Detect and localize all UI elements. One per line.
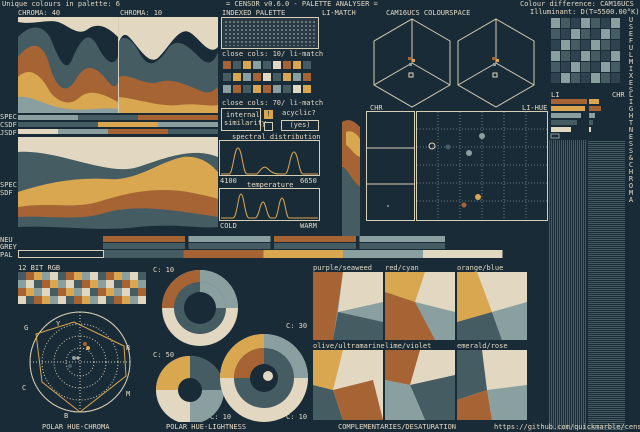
jsdf-label: JSDF (0, 129, 17, 137)
emerald-rose-plot (457, 350, 527, 420)
cyclic-yes-button[interactable]: (yes) (281, 120, 319, 131)
red-cyan-plot (385, 272, 455, 340)
red-cyan-label: red/cyan (385, 264, 419, 272)
close-cols-10: close cols: 10/ li-match (222, 50, 324, 58)
similarity-label: similarity (224, 119, 267, 127)
lightness-chroma-label: LIGHTNESS & CHROMA (628, 91, 634, 204)
csdf-strip (18, 122, 218, 127)
li-match-strip (342, 120, 360, 237)
indexed-palette-label: INDEXED PALETTE (222, 9, 286, 17)
spec2-label: SPEC (0, 181, 17, 189)
li-match-label: LI-MATCH (322, 9, 356, 17)
hc-c: C (22, 384, 27, 392)
pal-strip-empty (18, 250, 104, 258)
grey-strip (103, 243, 445, 249)
grey-label: GREY (0, 243, 17, 251)
purple-seaweed-plot (313, 272, 383, 340)
olive-ultramarine-label: olive/ultramarine (313, 342, 385, 350)
wavelength-min: 4100 (220, 177, 237, 185)
cam16ucs-label: CAM16UCS COLOURSPACE (386, 9, 471, 17)
warning-icon: ! (264, 110, 273, 119)
csdf-label: CSDF (0, 121, 17, 129)
spec-label: SPEC (0, 113, 17, 121)
lightness-pattern-right (588, 140, 625, 430)
cam16ucs-cubes (373, 18, 535, 108)
li-hue-plot (366, 111, 548, 221)
cyclic-label: acyclic? (282, 109, 316, 117)
bit12-rgb-grid (18, 272, 146, 304)
polar-hue-lightness-plot (156, 270, 308, 422)
chroma-40-plot (18, 17, 118, 113)
lime-violet-plot (385, 350, 455, 420)
wavelength-max: 6650 (300, 177, 317, 185)
temperature-cold: COLD (220, 222, 237, 230)
hc-y: Y (56, 320, 61, 328)
github-link[interactable]: https://github.com/quickmarble/censor (494, 423, 640, 431)
app-title: = CENSOR v0.6.0 - PALETTE ANALYSER = (226, 0, 378, 8)
chroma-10-label: CHROMA: 10 (120, 9, 163, 17)
polar-hue-chroma-plot (29, 311, 131, 413)
useful-mixes-label: USEFUL MIXES (628, 16, 634, 94)
checkbox-icon[interactable] (264, 122, 273, 131)
spec-strip-1 (18, 115, 218, 120)
indexed-palette-grid (221, 17, 319, 49)
lightness-chroma-bars (550, 99, 601, 139)
chroma-40-label: CHROMA: 40 (18, 9, 61, 17)
internal-label: internal (226, 111, 260, 119)
jsdf-strip (18, 129, 218, 134)
spectral-plot (219, 140, 320, 176)
pal-strip (104, 250, 547, 258)
lime-violet-label: lime/violet (385, 342, 432, 350)
chroma-10-plot (119, 17, 218, 113)
complementaries-label: COMPLEMENTARIES/DESATURATION (338, 423, 457, 431)
temperature-warm: WARM (300, 222, 317, 230)
orange-blue-plot (457, 272, 527, 340)
neu-strip (103, 236, 445, 242)
sdf-landscape (18, 137, 218, 234)
olive-ultramarine-plot (313, 350, 383, 420)
useful-mixes-grid (551, 18, 620, 83)
hc-g: G (24, 324, 29, 332)
lightness-pattern-left (549, 140, 587, 430)
hc-r: R (126, 344, 131, 352)
sdf-label: SDF (0, 189, 13, 197)
emerald-rose-label: emerald/rose (457, 342, 508, 350)
hc-m: M (126, 390, 131, 398)
bit12-label: 12 BIT RGB (18, 264, 61, 272)
hc-b: B (64, 412, 69, 420)
colour-difference: Colour difference: CAM16UCS (520, 0, 634, 8)
pal-label: PAL (0, 251, 13, 259)
temperature-plot (219, 188, 320, 221)
close-cols-70: close cols: 70/ li-match (222, 99, 324, 107)
unique-colours-count: Unique colours in palette: 6 (2, 0, 121, 8)
purple-seaweed-label: purple/seaweed (313, 264, 373, 272)
illuminant: Illuminant: D(T=5500.00°K) (530, 8, 640, 16)
polar-hue-chroma-label: POLAR HUE-CHROMA (42, 423, 110, 431)
orange-blue-label: orange/blue (457, 264, 504, 272)
polar-hue-lightness-label: POLAR HUE-LIGHTNESS (166, 423, 247, 431)
internal-similarity-box: internal similarity (221, 108, 266, 131)
close-cols-10-grid (223, 61, 311, 93)
